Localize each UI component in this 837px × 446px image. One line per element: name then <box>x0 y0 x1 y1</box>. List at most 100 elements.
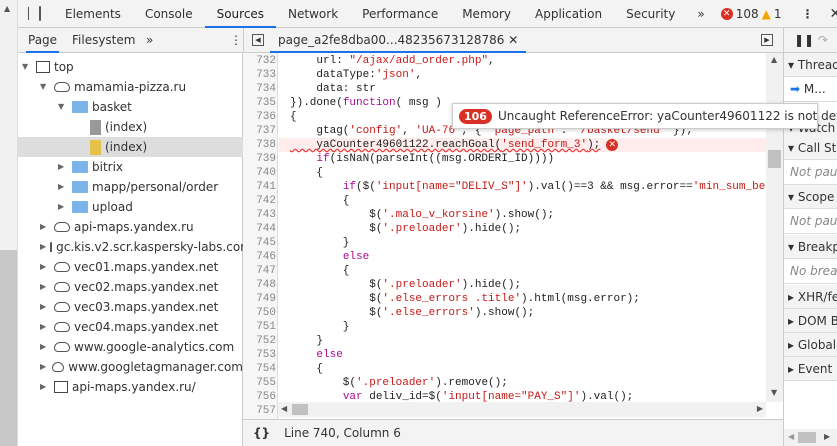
editor-horizontal-scrollbar[interactable]: ◀ ▶ <box>278 402 766 417</box>
tab-sources[interactable]: Sources <box>204 0 277 28</box>
code-line[interactable]: { <box>290 194 350 208</box>
close-tab-icon[interactable]: ✕ <box>508 33 518 47</box>
expand-arrow-icon[interactable]: ▼ <box>58 97 68 117</box>
tree-item[interactable]: ▶ gc.kis.v2.scr.kaspersky-labs.com <box>18 237 252 257</box>
code-line[interactable]: if($('input[name="DELIV_S"]').val()==3 &… <box>290 180 766 194</box>
thread-main[interactable]: ➡ M... <box>784 77 837 102</box>
tab-memory[interactable]: Memory <box>450 0 523 28</box>
line-number[interactable]: 753 <box>243 348 276 362</box>
code-line[interactable]: } <box>290 334 323 348</box>
step-over-icon[interactable]: ↷ <box>818 28 828 52</box>
code-line[interactable]: $('.malo_v_korsine').show(); <box>290 208 554 222</box>
tab-security[interactable]: Security <box>614 0 687 28</box>
code-line[interactable]: $('.preloader').hide(); <box>290 278 521 292</box>
line-number[interactable]: 736 <box>243 110 276 124</box>
code-line[interactable]: }).done(function( msg ) <box>290 96 442 110</box>
line-number[interactable]: 756 <box>243 390 276 404</box>
toggle-debugger-icon[interactable]: ▶ <box>761 34 773 46</box>
pause-icon[interactable]: ❚❚ <box>794 28 814 52</box>
window-scrollbar[interactable]: ▲ <box>0 0 18 446</box>
tab-network[interactable]: Network <box>276 0 350 28</box>
section-event[interactable]: ▸ Event Listener Breakpoints <box>784 357 837 381</box>
line-number[interactable]: 739 <box>243 152 276 166</box>
scroll-thumb[interactable] <box>768 150 781 168</box>
more-tabs-button[interactable]: » <box>687 7 714 21</box>
code-line[interactable]: $('.else_errors').show(); <box>290 306 534 320</box>
tree-item[interactable]: ▶ mapp/personal/order <box>18 177 243 197</box>
expand-arrow-icon[interactable]: ▶ <box>40 317 50 337</box>
tree-item[interactable]: ▶ vec01.maps.yandex.net <box>18 257 243 277</box>
code-line[interactable]: $('.preloader').remove(); <box>290 376 508 390</box>
tree-item[interactable]: (index) <box>18 137 243 157</box>
line-number[interactable]: 748 <box>243 278 276 292</box>
line-number[interactable]: 744 <box>243 222 276 236</box>
pretty-print-button[interactable]: {} <box>253 426 270 440</box>
tree-item[interactable]: ▼ top <box>18 57 243 77</box>
line-number[interactable]: 734 <box>243 82 276 96</box>
code-line[interactable]: yaCounter49601122.reachGoal('send_form_3… <box>290 138 619 152</box>
tree-item[interactable]: ▼ basket <box>18 97 243 117</box>
tree-item[interactable]: ▶ www.google-analytics.com <box>18 337 243 357</box>
expand-arrow-icon[interactable]: ▶ <box>40 357 48 377</box>
expand-arrow-icon[interactable]: ▶ <box>40 377 50 397</box>
code-line[interactable]: url: "/ajax/add_order.php", <box>290 54 494 68</box>
line-number[interactable]: 738 <box>243 138 276 152</box>
code-line[interactable]: { <box>290 264 350 278</box>
tree-item[interactable]: ▶ api-maps.yandex.ru <box>18 217 243 237</box>
navigator-menu-icon[interactable]: ⋮ <box>230 28 242 52</box>
error-count[interactable]: ✕ 108 ▲ 1 <box>720 7 781 21</box>
line-number[interactable]: 742 <box>243 194 276 208</box>
tab-performance[interactable]: Performance <box>350 0 450 28</box>
section-global[interactable]: ▸ Global Listeners <box>784 333 837 357</box>
line-gutter[interactable]: 732 733 734 735 736 737 738 739 740 741 742 743 744 7… <box>243 53 278 420</box>
code-line[interactable]: dataType:'json', <box>290 68 422 82</box>
expand-arrow-icon[interactable]: ▶ <box>40 297 50 317</box>
inspect-element-icon[interactable] <box>28 7 29 20</box>
code-line[interactable]: if(isNaN(parseInt((msg.ORDERI_ID)))) <box>290 152 554 166</box>
more-left-tabs[interactable]: » <box>146 28 153 52</box>
line-number[interactable]: 747 <box>243 264 276 278</box>
code-line[interactable]: { <box>290 166 323 180</box>
tree-item[interactable]: (index) <box>18 117 243 137</box>
expand-arrow-icon[interactable]: ▼ <box>22 57 32 77</box>
sidebar-horizontal-scrollbar[interactable]: ◀ ▶ <box>784 429 837 446</box>
tree-item[interactable]: ▶ api-maps.yandex.ru/ <box>18 377 243 397</box>
tree-item[interactable]: ▶ vec02.maps.yandex.net <box>18 277 243 297</box>
scroll-up-icon[interactable]: ▲ <box>771 55 777 64</box>
section-breakpoints[interactable]: ▾ Breakpoints <box>784 235 837 259</box>
expand-arrow-icon[interactable]: ▶ <box>40 237 46 257</box>
tree-item[interactable]: ▶ vec04.maps.yandex.net <box>18 317 243 337</box>
line-number[interactable]: 746 <box>243 250 276 264</box>
line-number[interactable]: 757 <box>243 404 276 418</box>
expand-arrow-icon[interactable]: ▶ <box>58 157 68 177</box>
code-line[interactable]: $('.preloader').hide(); <box>290 222 521 236</box>
expand-arrow-icon[interactable]: ▶ <box>58 197 68 217</box>
tree-item[interactable]: ▶ upload <box>18 197 243 217</box>
scroll-down-icon[interactable]: ▼ <box>771 388 777 397</box>
scroll-thumb[interactable] <box>292 404 308 415</box>
tab-filesystem[interactable]: Filesystem <box>72 28 135 52</box>
tab-page[interactable]: Page <box>26 28 60 53</box>
code-line[interactable]: { <box>290 362 323 376</box>
scroll-left-icon[interactable]: ◀ <box>281 404 287 413</box>
code-line[interactable]: $('.else_errors .title').html(msg.error)… <box>290 292 640 306</box>
code-line[interactable]: else <box>290 250 369 264</box>
section-scope[interactable]: ▾ Scope <box>784 185 837 209</box>
line-number[interactable]: 735 <box>243 96 276 110</box>
close-icon[interactable]: ✕ <box>821 6 837 22</box>
line-number[interactable]: 740 <box>243 166 276 180</box>
expand-arrow-icon[interactable]: ▶ <box>40 337 50 357</box>
menu-icon[interactable]: ⋮ <box>793 7 821 21</box>
toggle-navigator-icon[interactable]: ◀ <box>252 34 264 46</box>
line-number[interactable]: 750 <box>243 306 276 320</box>
scroll-up-icon[interactable]: ▲ <box>4 4 10 13</box>
line-number[interactable]: 749 <box>243 292 276 306</box>
line-number[interactable]: 751 <box>243 320 276 334</box>
code-line[interactable]: } <box>290 236 350 250</box>
line-number[interactable]: 732 <box>243 54 276 68</box>
code-line[interactable]: data: str <box>290 82 375 96</box>
code-line[interactable]: else <box>290 348 342 362</box>
section-dom[interactable]: ▸ DOM Breakpoints <box>784 309 837 333</box>
line-number[interactable]: 737 <box>243 124 276 138</box>
error-icon[interactable]: ✕ <box>606 139 619 151</box>
